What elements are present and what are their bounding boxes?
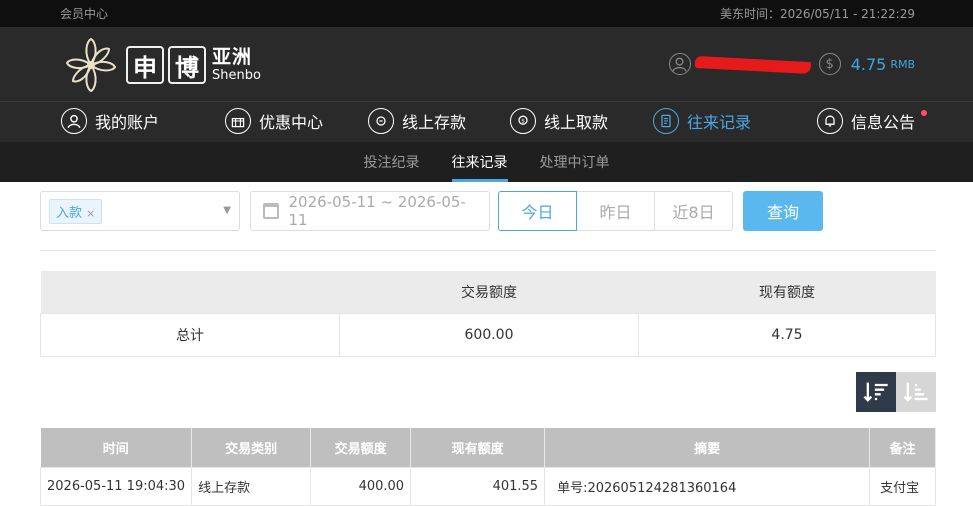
- member-center-link[interactable]: 会员中心: [60, 5, 108, 22]
- col-type: 交易类别: [191, 428, 312, 467]
- chevron-down-icon: ▼: [223, 205, 231, 216]
- col-time: 时间: [40, 428, 193, 467]
- logo-cn: 亚洲: [212, 46, 253, 68]
- sort-ascending-button[interactable]: [896, 372, 936, 412]
- nav-label: 我的账户: [95, 113, 160, 132]
- query-button[interactable]: 查询: [743, 191, 823, 231]
- today-button[interactable]: 今日: [498, 191, 577, 231]
- bell-icon: [817, 108, 843, 134]
- tab-bet-records[interactable]: 投注纪录: [348, 142, 436, 182]
- yesterday-button[interactable]: 昨日: [576, 191, 655, 231]
- col-remark: 备注: [869, 428, 936, 467]
- sort-controls: [856, 372, 936, 412]
- calendar-icon: [263, 203, 279, 219]
- table-row: 2026-05-11 19:04:30 线上存款 400.00 401.55 单…: [39, 466, 936, 506]
- summary-row: 总计 600.00 4.75: [40, 312, 936, 357]
- notification-dot: [921, 110, 928, 116]
- date-range-picker[interactable]: 2026-05-11 ~ 2026-05-11: [250, 191, 490, 231]
- site-header: 申 博 亚洲 Shenbo $ 4.75 RMB: [0, 27, 973, 101]
- nav-announcements[interactable]: 信息公告: [817, 108, 928, 134]
- cell-type: 线上存款: [191, 466, 312, 506]
- transaction-type-select[interactable]: 入款 × ▼: [40, 191, 240, 231]
- summary-total-balance: 4.75: [638, 312, 936, 357]
- site-logo[interactable]: 申 博 亚洲 Shenbo: [60, 35, 261, 95]
- tab-pending-orders[interactable]: 处理中订单: [524, 142, 626, 182]
- cell-time: 2026-05-11 19:04:30: [39, 466, 193, 506]
- cell-balance: 401.55: [410, 466, 546, 506]
- cell-amount: 400.00: [310, 466, 412, 506]
- remove-tag-icon[interactable]: ×: [86, 207, 95, 220]
- sort-descending-button[interactable]: [856, 372, 896, 412]
- sort-desc-icon: [863, 382, 888, 402]
- user-avatar-icon[interactable]: [668, 53, 691, 75]
- logo-char-bo: 博: [168, 46, 206, 84]
- summary-header-row: 交易额度 现有额度: [40, 271, 936, 313]
- nav-online-withdraw[interactable]: $ 线上取款: [510, 108, 608, 134]
- account-balance: 4.75: [850, 54, 887, 74]
- cell-summary: 单号:202605124281360164: [544, 466, 871, 506]
- col-amount: 交易额度: [310, 428, 412, 467]
- nav-my-account[interactable]: 我的账户: [61, 108, 159, 134]
- flower-logo-icon: [65, 37, 117, 93]
- col-summary: 摘要: [544, 428, 871, 467]
- type-tag-label: 入款: [56, 205, 83, 221]
- logo-text: 亚洲 Shenbo: [212, 46, 261, 83]
- sub-nav: 投注纪录 往来记录 处理中订单: [0, 142, 973, 182]
- selected-type-tag: 入款 ×: [49, 198, 103, 224]
- date-shortcut-group: 今日 昨日 近8日: [498, 191, 733, 231]
- tab-transaction-records[interactable]: 往来记录: [436, 142, 524, 182]
- user-icon: [61, 108, 87, 134]
- divider: [40, 250, 936, 251]
- main-nav: 我的账户 优惠中心 线上存款 $ 线上取款 往来记录 信息公告: [0, 101, 973, 142]
- col-balance: 现有额度: [410, 428, 546, 467]
- last-8-days-button[interactable]: 近8日: [654, 191, 733, 231]
- summary-header-blank: [40, 271, 340, 313]
- summary-header-balance: 现有额度: [638, 271, 936, 313]
- records-icon: [653, 108, 679, 134]
- nav-label: 线上存款: [402, 113, 467, 132]
- nav-promotions[interactable]: 优惠中心: [225, 108, 323, 134]
- gift-icon: [225, 108, 251, 134]
- account-summary: $ 4.75 RMB: [668, 53, 915, 75]
- date-range-value: 2026-05-11 ~ 2026-05-11: [288, 193, 466, 229]
- sort-asc-icon: [903, 382, 928, 402]
- nav-label: 信息公告: [851, 113, 916, 132]
- top-bar: 会员中心 美东时间：2026/05/11 - 21:22:29: [0, 0, 973, 27]
- username-redacted: [695, 57, 813, 71]
- cell-remark: 支付宝: [869, 466, 936, 506]
- deposit-icon: [368, 108, 394, 134]
- nav-records[interactable]: 往来记录: [653, 108, 751, 134]
- filter-bar: 入款 × ▼ 2026-05-11 ~ 2026-05-11 今日 昨日 近8日 …: [40, 191, 823, 231]
- nav-online-deposit[interactable]: 线上存款: [368, 108, 466, 134]
- withdraw-icon: $: [510, 108, 536, 134]
- summary-total-label: 总计: [40, 312, 340, 357]
- nav-label: 线上取款: [544, 113, 609, 132]
- dollar-icon: $: [818, 53, 841, 75]
- svg-text:$: $: [521, 119, 525, 125]
- nav-label: 优惠中心: [259, 113, 324, 132]
- summary-table: 交易额度 现有额度 总计 600.00 4.75: [40, 271, 936, 357]
- summary-total-amount: 600.00: [339, 312, 639, 357]
- nav-label: 往来记录: [687, 113, 752, 132]
- logo-en: Shenbo: [212, 68, 261, 83]
- logo-char-shen: 申: [126, 46, 164, 84]
- records-table: 时间 交易类别 交易额度 现有额度 摘要 备注 2026-05-11 19:04…: [39, 428, 936, 506]
- currency-label: RMB: [890, 57, 915, 71]
- summary-header-amount: 交易额度: [339, 271, 639, 313]
- records-header-row: 时间 交易类别 交易额度 现有额度 摘要 备注: [40, 428, 936, 467]
- eastern-time: 美东时间：2026/05/11 - 21:22:29: [719, 7, 915, 21]
